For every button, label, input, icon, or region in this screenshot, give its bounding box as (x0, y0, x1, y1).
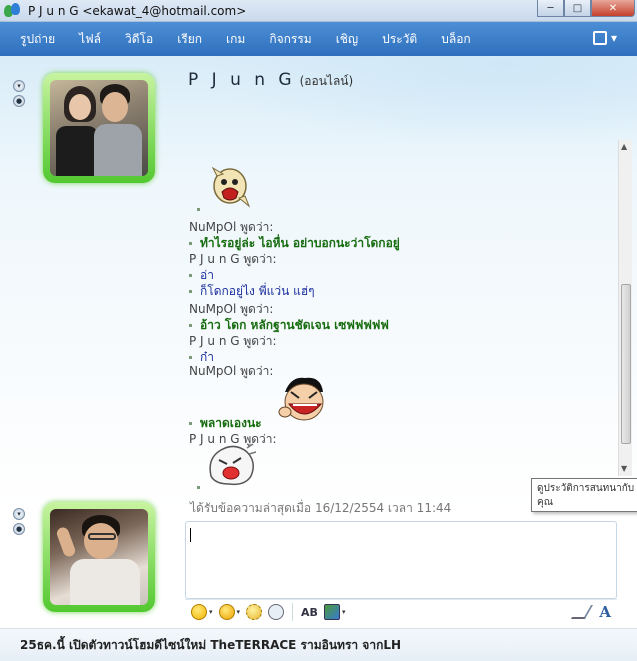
contact-photo (50, 80, 148, 176)
emoticon-button[interactable]: ▾ (191, 602, 213, 622)
scroll-down-icon[interactable]: ▼ (621, 464, 627, 473)
window-title: P J u n G <ekawat_4@hotmail.com> (28, 3, 247, 18)
chat-history[interactable]: NuMpOl พูดว่า: ทำไรอยู่ล่ะ ไอหื่น อย่าบอ… (185, 146, 617, 491)
menu-item-video[interactable]: วิดีโอ (125, 30, 153, 49)
maximize-button[interactable]: □ (564, 0, 591, 17)
advertisement-bar[interactable]: 25ธค.นี้ เปิดตัวทาวน์โฮมดีไซน์ใหม่ TheTE… (0, 628, 637, 661)
collapse-icon[interactable]: ▾ (13, 508, 25, 520)
last-received-status: ได้รับข้อความล่าสุดเมื่อ 16/12/2554 เวลา… (190, 501, 452, 515)
chevron-down-icon: ▾ (610, 31, 617, 45)
spellcheck-icon: AB (301, 605, 318, 619)
background-icon (323, 604, 340, 620)
message-input[interactable] (185, 521, 617, 599)
chevron-down-icon: ▾ (341, 608, 346, 616)
webcam-icon[interactable]: ● (13, 95, 25, 107)
font-button[interactable]: A (599, 603, 611, 621)
wink-button[interactable]: ▾ (218, 602, 241, 622)
chat-scrollbar[interactable]: ▲ ▼ (618, 140, 632, 476)
spellcheck-button[interactable]: AB (301, 602, 318, 622)
user-avatar[interactable] (43, 502, 155, 612)
options-menu-button[interactable]: ▾ (592, 31, 617, 45)
chevron-down-icon: ▾ (209, 608, 213, 616)
self-side-controls: ▾ ● (13, 508, 27, 538)
shouting-blob-icon (209, 443, 257, 486)
nudge-button[interactable] (246, 602, 263, 622)
minimize-button[interactable]: ─ (537, 0, 564, 17)
angry-smiley-icon (211, 166, 251, 208)
title-bar[interactable]: P J u n G <ekawat_4@hotmail.com> ─ □ ✕ (0, 0, 637, 22)
scroll-up-icon[interactable]: ▲ (621, 142, 627, 151)
voice-clip-icon (268, 604, 285, 620)
options-menu-icon (592, 31, 607, 45)
webcam-icon[interactable]: ● (13, 523, 25, 535)
scroll-thumb[interactable] (621, 284, 631, 444)
menu-bar: รูปถ่าย ไฟล์ วิดีโอ เรียก เกม กิจกรรม เช… (0, 22, 637, 56)
background-button[interactable]: ▾ (323, 602, 346, 622)
chat-sender: NuMpOl พูดว่า: (189, 364, 274, 378)
menu-item-history[interactable]: ประวัติ (382, 30, 417, 49)
contact-status: (ออนไลน์) (299, 74, 354, 88)
nudge-icon (246, 604, 263, 620)
menu-item-call[interactable]: เรียก (177, 30, 202, 49)
chat-message: ก็โดกอยู่ไง พี่แว่น แฮ่ๆ (189, 282, 315, 301)
contact-side-controls: ▾ ● (13, 80, 27, 110)
wink-icon (218, 604, 235, 620)
text-caret (190, 528, 191, 542)
menu-item-invite[interactable]: เชิญ (336, 30, 358, 49)
toolbar-divider (292, 603, 294, 621)
menu-item-activities[interactable]: กิจกรรม (269, 30, 311, 49)
laughing-face-icon (278, 377, 324, 421)
history-tooltip: ดูประวัติการสนทนากับคุณ (531, 478, 637, 512)
advertisement-text[interactable]: 25ธค.นี้ เปิดตัวทาวน์โฮมดีไซน์ใหม่ TheTE… (20, 636, 401, 655)
collapse-icon[interactable]: ▾ (13, 80, 25, 92)
input-toolbar: ▾ ▾ AB ▾ A (185, 599, 617, 624)
close-button[interactable]: ✕ (591, 0, 635, 17)
menu-item-block[interactable]: บล็อก (441, 30, 470, 49)
menu-item-games[interactable]: เกม (226, 30, 245, 49)
user-photo (50, 509, 148, 605)
messenger-icon (4, 2, 22, 19)
contact-name: P J u n G (ออนไลน์) (188, 70, 354, 90)
chevron-down-icon: ▾ (236, 608, 241, 616)
menu-item-files[interactable]: ไฟล์ (79, 30, 101, 49)
menu-item-photos[interactable]: รูปถ่าย (20, 30, 55, 49)
contact-avatar[interactable] (43, 73, 155, 183)
voice-clip-button[interactable] (268, 602, 285, 622)
handwriting-button[interactable] (571, 605, 594, 619)
smiley-icon (191, 604, 207, 620)
